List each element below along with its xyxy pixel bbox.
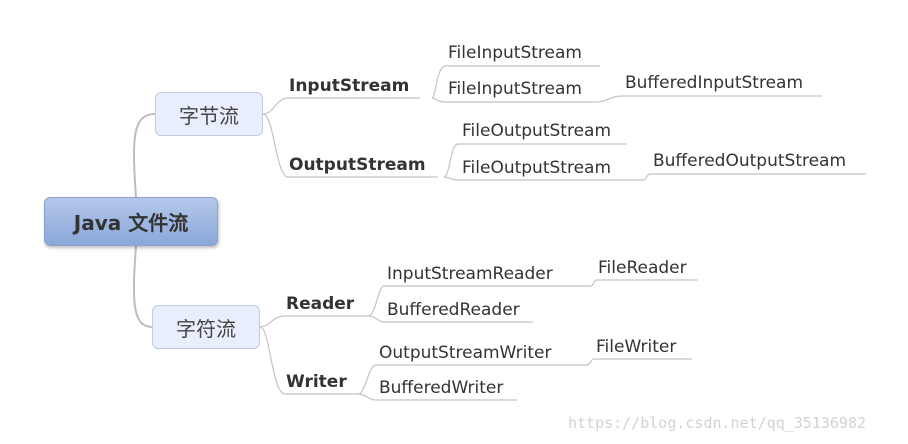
inputstream-node[interactable]: InputStream <box>289 76 409 96</box>
writer-node[interactable]: Writer <box>286 372 347 392</box>
buffered-reader-node[interactable]: BufferedReader <box>387 300 520 320</box>
watermark-text: https://blog.csdn.net/qq_35136982 <box>568 414 867 432</box>
char-stream-node[interactable]: 字符流 <box>152 305 260 349</box>
file-input-stream-node[interactable]: FileInputStream <box>448 43 582 63</box>
byte-stream-label: 字节流 <box>179 103 239 128</box>
input-stream-reader-node[interactable]: InputStreamReader <box>387 264 553 284</box>
root-label: Java 文件流 <box>73 211 189 235</box>
file-output-stream-node[interactable]: FileOutputStream <box>462 121 611 141</box>
file-reader-node[interactable]: FileReader <box>598 258 687 278</box>
byte-stream-node[interactable]: 字节流 <box>155 92 263 136</box>
output-stream-writer-node[interactable]: OutputStreamWriter <box>379 343 551 363</box>
root-node[interactable]: Java 文件流 <box>44 197 218 246</box>
file-writer-node[interactable]: FileWriter <box>596 337 676 357</box>
buffered-writer-node[interactable]: BufferedWriter <box>379 378 503 398</box>
char-stream-label: 字符流 <box>176 316 236 341</box>
file-input-stream-node-2[interactable]: FileInputStream <box>448 79 582 99</box>
buffered-output-stream-node[interactable]: BufferedOutputStream <box>653 151 846 171</box>
file-output-stream-node-2[interactable]: FileOutputStream <box>462 158 611 178</box>
buffered-input-stream-node[interactable]: BufferedInputStream <box>625 73 803 93</box>
outputstream-node[interactable]: OutputStream <box>289 155 426 175</box>
reader-node[interactable]: Reader <box>286 294 354 314</box>
